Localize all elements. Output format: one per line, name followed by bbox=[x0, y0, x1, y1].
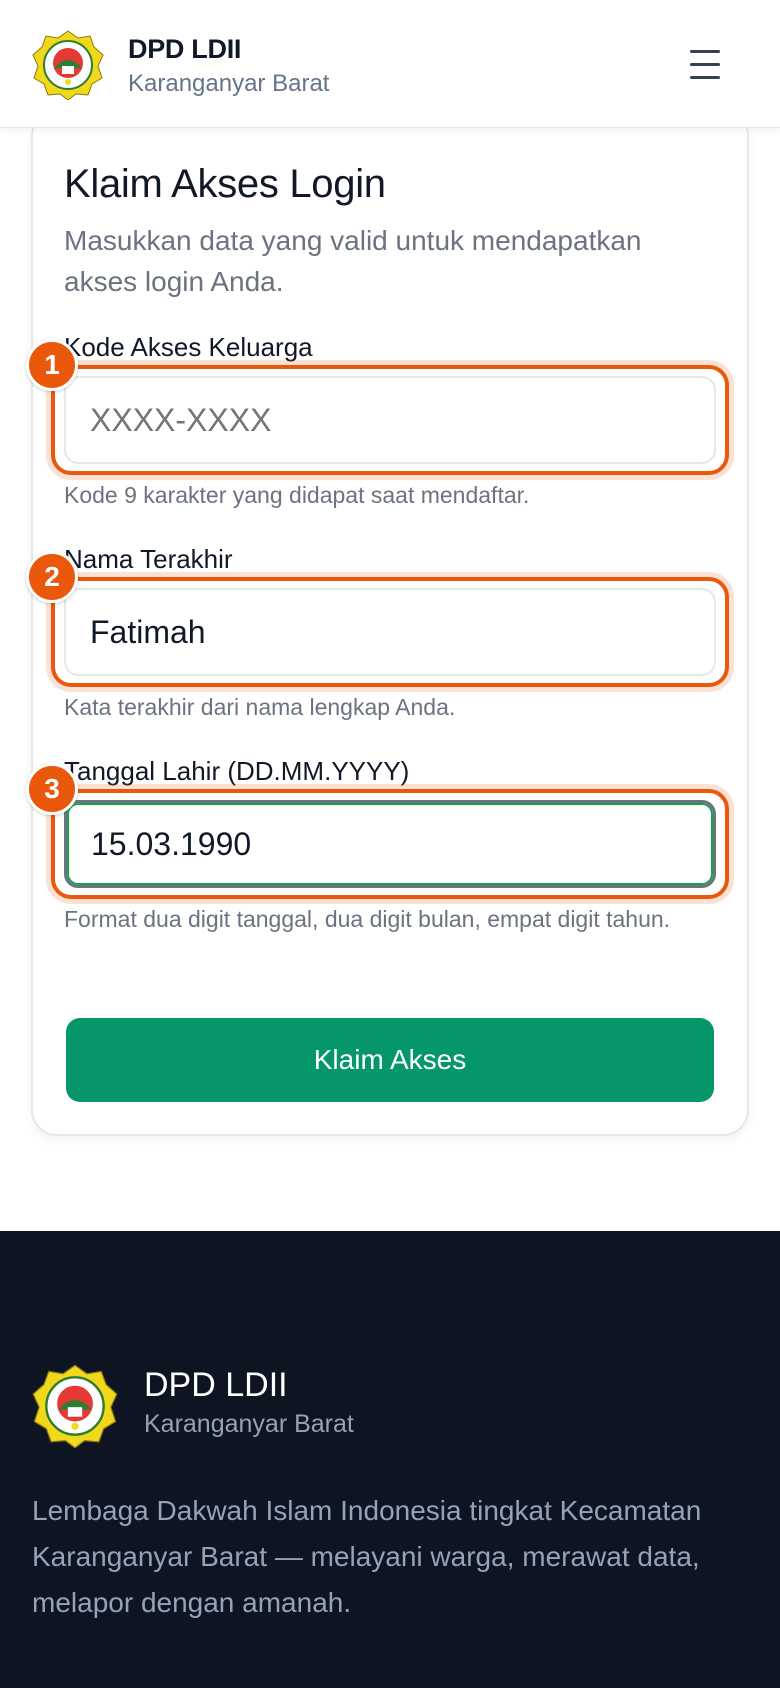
step-badge-2: 2 bbox=[26, 551, 78, 603]
last-name-label: Nama Terakhir bbox=[64, 544, 233, 574]
brand-subtitle: Karanganyar Barat bbox=[128, 70, 330, 97]
footer-subtitle: Karanganyar Barat bbox=[144, 1410, 354, 1438]
family-code-label: Kode Akses Keluarga bbox=[64, 332, 313, 362]
birth-date-hint: Format dua digit tanggal, dua digit bula… bbox=[64, 906, 671, 932]
step-badge-3: 3 bbox=[26, 763, 78, 815]
ldii-logo-icon bbox=[32, 1364, 118, 1448]
step-badge-1: 1 bbox=[26, 339, 78, 391]
footer-title: DPD LDII bbox=[144, 1366, 288, 1404]
page-description: Masukkan data yang valid untuk mendapatk… bbox=[64, 225, 642, 297]
family-code-input[interactable] bbox=[64, 376, 716, 464]
birth-date-input[interactable] bbox=[64, 800, 716, 888]
ldii-logo-icon[interactable] bbox=[32, 30, 104, 100]
birth-date-label: Tanggal Lahir (DD.MM.YYYY) bbox=[64, 756, 410, 786]
page-title: Klaim Akses Login bbox=[64, 162, 386, 206]
family-code-hint: Kode 9 karakter yang didapat saat mendaf… bbox=[64, 482, 530, 508]
last-name-input[interactable] bbox=[64, 588, 716, 676]
brand-title: DPD LDII bbox=[128, 34, 242, 64]
claim-access-button[interactable]: Klaim Akses bbox=[66, 1018, 714, 1102]
footer-description: Lembaga Dakwah Islam Indonesia tingkat K… bbox=[32, 1495, 702, 1618]
hamburger-menu-icon[interactable] bbox=[676, 44, 732, 88]
last-name-hint: Kata terakhir dari nama lengkap Anda. bbox=[64, 694, 456, 720]
app-header: DPD LDII Karanganyar Barat bbox=[0, 0, 780, 128]
